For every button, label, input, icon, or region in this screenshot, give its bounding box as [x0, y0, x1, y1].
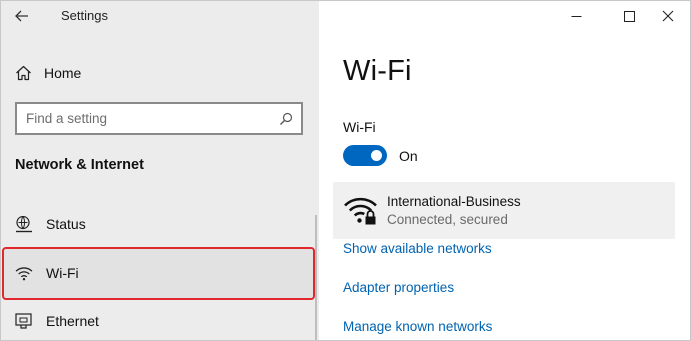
section-title: Network & Internet: [15, 157, 144, 173]
toggle-knob: [371, 150, 382, 161]
sidebar-item-label: Wi-Fi: [46, 265, 79, 281]
network-name: International-Business: [387, 194, 521, 209]
sidebar-item-ethernet[interactable]: Ethernet: [15, 310, 99, 332]
sidebar-item-label: Ethernet: [46, 313, 99, 329]
show-available-networks-link[interactable]: Show available networks: [343, 241, 492, 256]
network-status: Connected, secured: [387, 212, 508, 227]
search-placeholder: Find a setting: [26, 111, 108, 126]
wifi-toggle[interactable]: [343, 145, 387, 166]
minimize-icon: [571, 15, 581, 17]
search-icon[interactable]: [279, 112, 293, 126]
sidebar-item-label: Status: [46, 216, 86, 232]
manage-known-networks-link[interactable]: Manage known networks: [343, 319, 492, 334]
main-content: Wi-Fi Wi-Fi On International-Business Co…: [319, 1, 690, 340]
status-icon: [16, 215, 32, 232]
wifi-icon: [15, 267, 33, 281]
connected-network-card[interactable]: International-Business Connected, secure…: [333, 182, 675, 239]
minimize-button[interactable]: [553, 1, 599, 31]
sidebar: Settings Home Find a setting Network & I…: [1, 1, 319, 340]
wifi-toggle-label: Wi-Fi: [343, 119, 376, 135]
close-icon: [662, 10, 674, 22]
sidebar-scrollbar[interactable]: [315, 215, 317, 340]
back-button[interactable]: [9, 5, 35, 27]
settings-window: Settings Home Find a setting Network & I…: [0, 0, 691, 341]
app-title: Settings: [61, 8, 108, 23]
sidebar-item-status[interactable]: Status: [15, 213, 86, 235]
sidebar-item-label: Home: [44, 65, 82, 81]
close-button[interactable]: [645, 1, 690, 31]
ethernet-icon: [15, 312, 32, 329]
sidebar-item-wifi[interactable]: Wi-Fi: [15, 262, 79, 284]
sidebar-item-home[interactable]: Home: [15, 62, 81, 84]
page-title: Wi-Fi: [343, 55, 412, 87]
secured-wifi-icon: [344, 197, 377, 225]
maximize-icon: [623, 10, 635, 22]
adapter-properties-link[interactable]: Adapter properties: [343, 280, 454, 295]
back-arrow-icon: [15, 10, 28, 22]
home-icon: [16, 65, 31, 81]
search-input[interactable]: Find a setting: [15, 102, 303, 135]
toggle-state-text: On: [399, 148, 418, 164]
